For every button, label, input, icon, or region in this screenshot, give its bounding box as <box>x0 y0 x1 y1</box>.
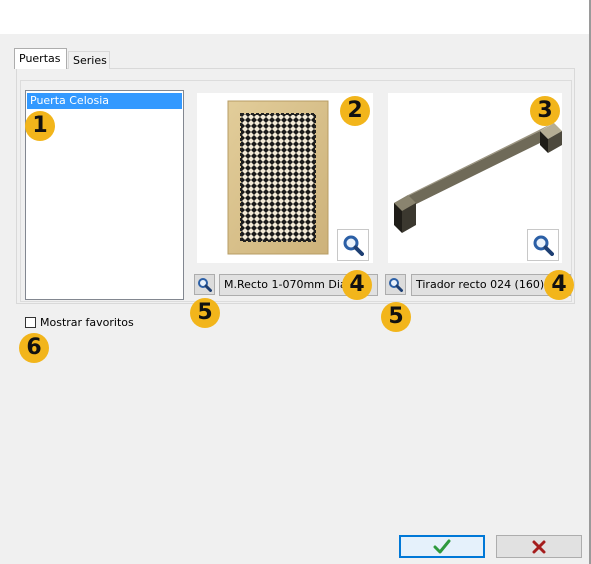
door-zoom-button[interactable] <box>337 229 369 261</box>
magnifier-icon <box>343 235 364 256</box>
title-bar <box>0 0 591 34</box>
magnifier-icon <box>389 278 403 292</box>
magnifier-icon <box>198 278 212 292</box>
door-search-button[interactable] <box>194 274 215 295</box>
badge-handle-preview: 3 <box>530 96 560 126</box>
badge-door-preview: 2 <box>340 96 370 126</box>
badge-handle-search: 5 <box>381 302 411 332</box>
tab-puertas[interactable]: Puertas <box>14 48 67 69</box>
cancel-button[interactable] <box>496 535 582 558</box>
handle-zoom-button[interactable] <box>527 229 559 261</box>
badge-handle-model: 4 <box>544 270 574 300</box>
list-item[interactable]: Puerta Celosia <box>27 93 182 109</box>
show-favorites-checkbox[interactable] <box>25 316 36 328</box>
x-icon <box>532 540 546 553</box>
badge-list: 1 <box>25 111 55 141</box>
badge-door-model: 4 <box>342 270 372 300</box>
badge-favorites: 6 <box>19 333 49 363</box>
magnifier-icon <box>533 235 554 256</box>
handle-search-button[interactable] <box>385 274 406 295</box>
show-favorites-row[interactable]: Mostrar favoritos <box>25 314 134 330</box>
tab-series[interactable]: Series <box>68 51 110 69</box>
badge-door-search: 5 <box>190 298 220 328</box>
ok-button[interactable] <box>399 535 485 558</box>
show-favorites-label: Mostrar favoritos <box>40 315 134 329</box>
checkmark-icon <box>433 539 451 553</box>
